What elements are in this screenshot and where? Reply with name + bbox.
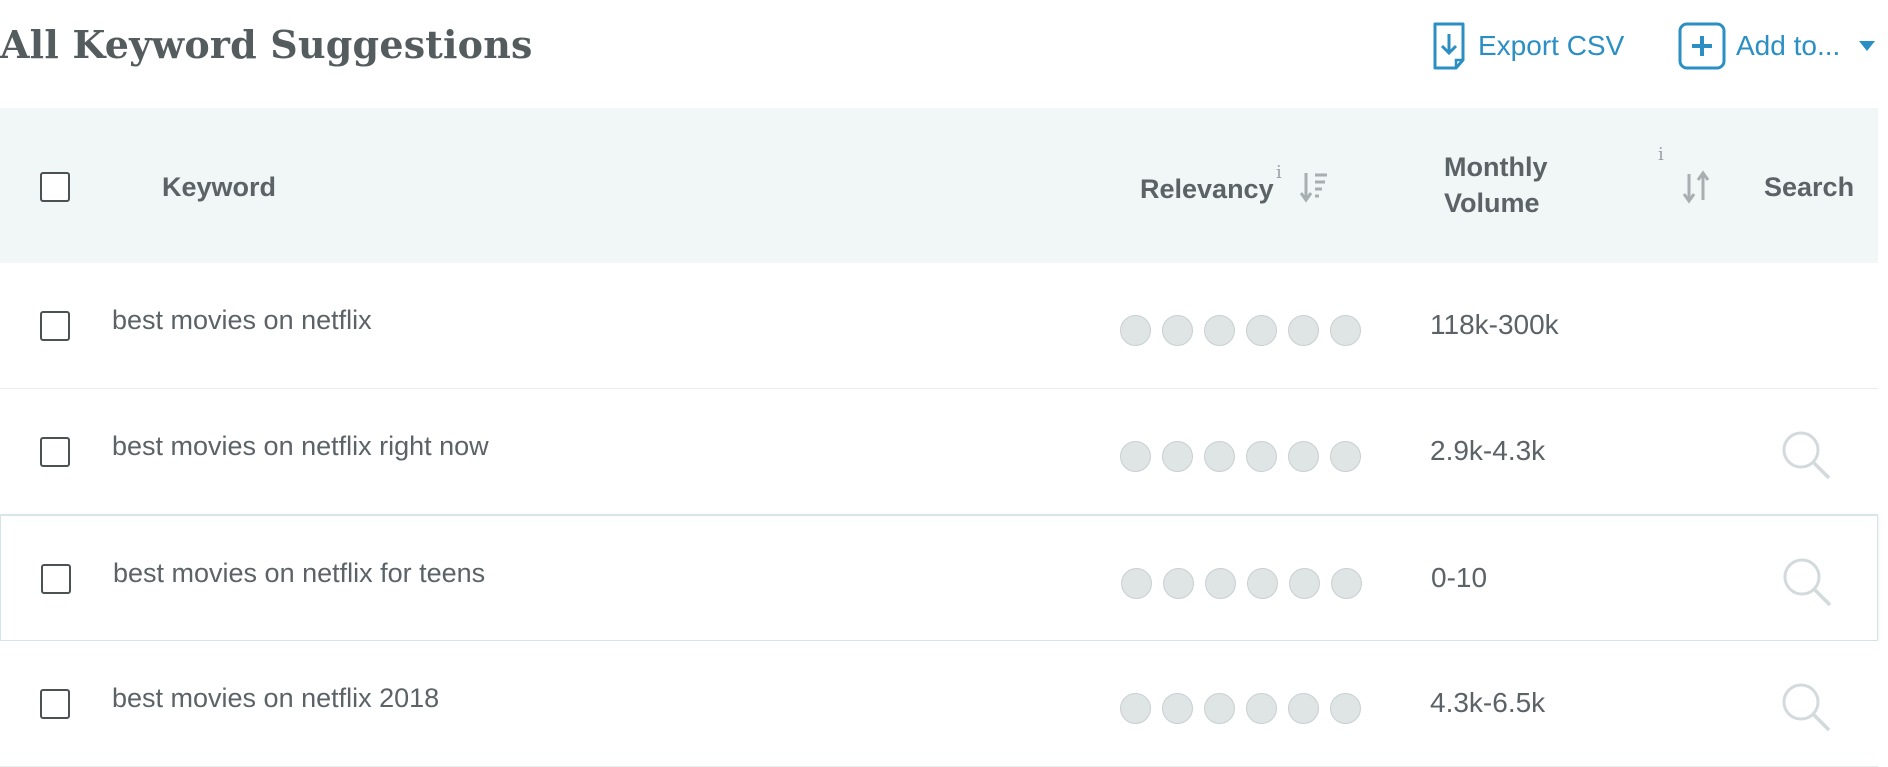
plus-box-icon xyxy=(1678,22,1726,70)
relevancy-dots xyxy=(1120,693,1372,724)
column-keyword: Keyword xyxy=(162,172,277,202)
sort-descending-icon[interactable] xyxy=(1299,170,1330,209)
relevancy-dot xyxy=(1205,568,1236,599)
relevancy-dot xyxy=(1162,315,1193,346)
relevancy-dot xyxy=(1330,315,1361,346)
relevancy-dot xyxy=(1246,441,1277,472)
relevancy-dot xyxy=(1247,568,1278,599)
table-row: best movies on netflix 118k-300k xyxy=(0,263,1878,389)
relevancy-dot xyxy=(1331,568,1362,599)
table-row: best movies on netflix for teens 0-10 xyxy=(0,515,1878,641)
row-checkbox[interactable] xyxy=(41,564,71,594)
monthly-volume: 4.3k-6.5k xyxy=(1430,687,1546,718)
page-title: All Keyword Suggestions xyxy=(0,22,533,67)
relevancy-dot xyxy=(1289,568,1320,599)
relevancy-dot xyxy=(1330,693,1361,724)
export-csv-label: Export CSV xyxy=(1478,30,1625,61)
table-row: best movies on netflix right now 2.9k-4.… xyxy=(0,389,1878,515)
add-to-label: Add to... xyxy=(1736,30,1841,61)
relevancy-dot xyxy=(1120,441,1151,472)
relevancy-dot xyxy=(1162,441,1193,472)
column-monthly-line1[interactable]: Monthly xyxy=(1444,152,1547,183)
relevancy-dot xyxy=(1163,568,1194,599)
column-search: Search xyxy=(1764,172,1855,202)
keyword-text: best movies on netflix for teens xyxy=(113,558,486,588)
keyword-text: best movies on netflix xyxy=(112,305,372,335)
relevancy-dots xyxy=(1120,441,1372,472)
column-monthly-line2[interactable]: Volume xyxy=(1444,188,1540,219)
row-checkbox[interactable] xyxy=(40,311,70,341)
relevancy-dot xyxy=(1246,315,1277,346)
column-relevancy[interactable]: Relevancy xyxy=(1140,174,1274,205)
relevancy-dot xyxy=(1120,315,1151,346)
relevancy-dot xyxy=(1121,568,1152,599)
caret-down-icon xyxy=(1858,40,1876,52)
monthly-volume: 2.9k-4.3k xyxy=(1430,435,1546,466)
table-row: best movies on netflix 2018 4.3k-6.5k xyxy=(0,641,1878,767)
relevancy-dot xyxy=(1288,693,1319,724)
sort-toggle-icon[interactable] xyxy=(1682,170,1710,209)
add-to-dropdown[interactable]: Add to... xyxy=(1678,22,1876,70)
keyword-text: best movies on netflix right now xyxy=(112,431,489,461)
relevancy-dot xyxy=(1246,693,1277,724)
relevancy-dot xyxy=(1288,315,1319,346)
relevancy-dot xyxy=(1204,315,1235,346)
magnifier-icon[interactable] xyxy=(1781,556,1833,613)
monthly-volume: 118k-300k xyxy=(1430,309,1559,340)
keyword-text: best movies on netflix 2018 xyxy=(112,683,440,713)
row-checkbox[interactable] xyxy=(40,689,70,719)
magnifier-icon[interactable] xyxy=(1780,681,1832,738)
table-header: Keyword Relevancy i Monthly Volume i Sea… xyxy=(0,108,1878,263)
relevancy-info-icon[interactable]: i xyxy=(1276,162,1282,183)
download-file-icon xyxy=(1432,22,1466,70)
relevancy-dot xyxy=(1162,693,1193,724)
relevancy-dot xyxy=(1288,441,1319,472)
relevancy-dot xyxy=(1204,693,1235,724)
magnifier-icon[interactable] xyxy=(1780,429,1832,486)
row-checkbox[interactable] xyxy=(40,437,70,467)
relevancy-dot xyxy=(1120,693,1151,724)
select-all-checkbox[interactable] xyxy=(40,172,70,202)
monthly-volume: 0-10 xyxy=(1431,562,1488,593)
relevancy-dot xyxy=(1204,441,1235,472)
relevancy-dots xyxy=(1121,568,1373,599)
relevancy-dot xyxy=(1330,441,1361,472)
volume-info-icon[interactable]: i xyxy=(1658,144,1664,165)
export-csv-button[interactable]: Export CSV xyxy=(1432,22,1624,70)
relevancy-dots xyxy=(1120,315,1372,346)
